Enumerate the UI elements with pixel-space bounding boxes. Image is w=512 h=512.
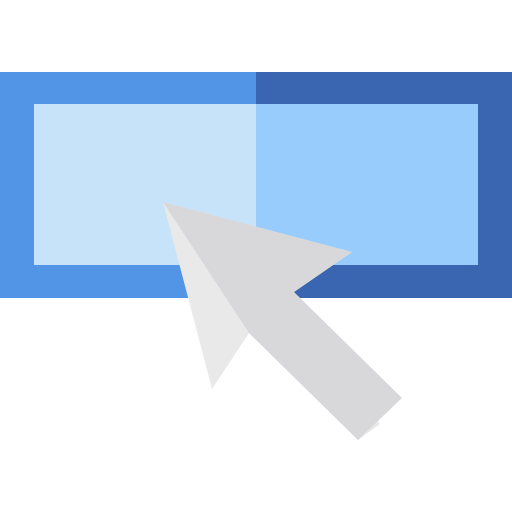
click-button-icon xyxy=(0,0,512,512)
click-button-illustration xyxy=(0,72,512,440)
